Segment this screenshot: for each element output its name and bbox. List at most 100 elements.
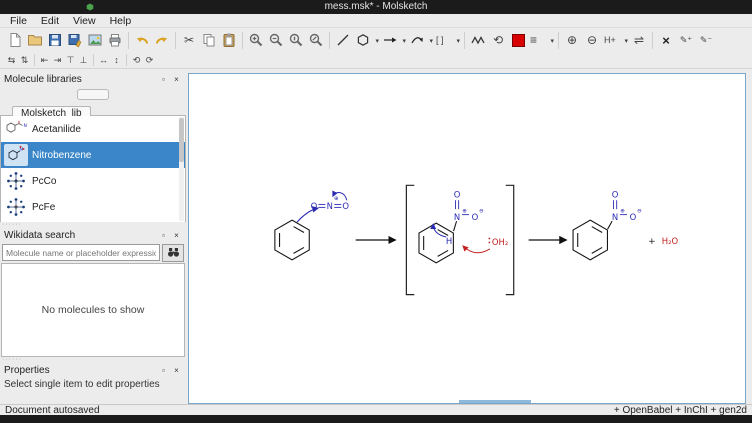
intermediate-complex[interactable]: N O O ⊕ ⊖ H OH₂ [406,185,513,294]
dropdown-arrow-icon[interactable]: ▾ [375,37,379,45]
molecule-nitronium[interactable]: O N O ⊕ [311,192,350,211]
main-toolbar: ✂ ▾ ▾ ▾ [ ]▾ ⟲ ≡▾ ⊕ ⊖ H+▾ ⇌ × ✎⁺ ✎⁻ [0,28,752,52]
dropdown-arrow-icon[interactable]: ▾ [429,37,433,45]
dock-close-button[interactable]: × [171,230,182,241]
add-hydrogen-button[interactable]: H+▾ [602,29,629,51]
dock-close-button[interactable]: × [171,365,182,376]
molecule-benzene[interactable] [275,220,309,260]
chain-zigzag-icon [470,32,486,48]
rotate-ccw-icon: ⟲ [493,34,503,46]
status-message: Document autosaved [5,405,100,416]
properties-empty-area [0,393,186,404]
flip-vertical-button[interactable]: ⇅ [18,53,31,68]
svg-text:N: N [24,123,27,129]
arrow-icon [382,32,398,48]
undo-button[interactable] [132,29,152,51]
paste-button[interactable] [219,29,239,51]
flip-horizontal-button[interactable]: ⇆ [5,53,18,68]
atom-label-o: O [630,212,637,222]
mechanism-arrow-deprotonation[interactable] [463,246,490,253]
dropdown-arrow-icon[interactable]: ▾ [456,37,460,45]
ring-tool[interactable]: ▾ [353,29,380,51]
toolbar-separator [329,32,330,49]
distribute-horizontal-icon: ↔ [99,55,108,65]
charge-minus-icon: ⊖ [587,34,597,46]
wikidata-search-input[interactable] [2,244,160,261]
reaction-arrow-tool[interactable]: ▾ [380,29,407,51]
library-menu-button[interactable] [77,89,109,100]
printer-icon [107,32,123,48]
dock-close-button[interactable]: × [171,74,182,85]
scrollbar-thumb[interactable] [179,118,184,162]
delete-button[interactable]: × [656,29,676,51]
draw-bond-tool[interactable] [333,29,353,51]
color-swatch-red [512,34,525,47]
menu-help[interactable]: Help [103,14,139,28]
molecule-thumbnail [4,196,28,218]
edit-add-button[interactable]: ✎⁺ [676,29,696,51]
zoom-in-button[interactable] [246,29,266,51]
menu-view[interactable]: View [66,14,103,28]
charge-label: ⊕ [462,209,467,215]
library-scrollbar[interactable] [179,117,184,221]
canvas-horizontal-scrollbar-thumb[interactable] [459,400,531,403]
dock-float-button[interactable]: ▫ [158,230,169,241]
list-item-pcfe[interactable]: PcFe [1,194,185,220]
molecule-water-attacking[interactable]: OH₂ [463,237,508,253]
bracket-tool[interactable]: [ ]▾ [434,29,461,51]
export-image-button[interactable] [85,29,105,51]
bracket-left[interactable] [406,185,414,294]
charge-label: ⊖ [637,209,642,215]
dock-float-button[interactable]: ▫ [158,365,169,376]
charge-minus-button[interactable]: ⊖ [582,29,602,51]
toolbar-separator [126,54,127,66]
dropdown-arrow-icon[interactable]: ▾ [624,37,628,45]
copy-button[interactable] [199,29,219,51]
copy-icon [201,32,217,48]
adjust-hydrogens-button[interactable]: ⇌ [629,29,649,51]
molecule-nitrobenzene[interactable]: N O O ⊕ ⊖ [573,189,642,260]
dock-float-button[interactable]: ▫ [158,74,169,85]
charge-plus-button[interactable]: ⊕ [562,29,582,51]
line-width-button[interactable]: ≡▾ [528,29,555,51]
rotate-cw-button[interactable]: ⟳ [143,53,156,68]
dropdown-arrow-icon[interactable]: ▾ [550,37,554,45]
zoom-fit-button[interactable] [306,29,326,51]
distribute-horizontal-button[interactable]: ↔ [97,53,110,68]
mechanism-arrow-tool[interactable]: ▾ [407,29,434,51]
distribute-vertical-button[interactable]: ↕ [110,53,123,68]
align-bottom-button[interactable]: ⊥ [77,53,90,68]
wikidata-search-button[interactable] [162,244,184,262]
menu-file[interactable]: File [3,14,34,28]
align-right-button[interactable]: ⇥ [51,53,64,68]
print-button[interactable] [105,29,125,51]
color-swatch-button[interactable] [508,29,528,51]
atom-label-o: O [454,189,461,199]
edit-remove-button[interactable]: ✎⁻ [696,29,716,51]
menu-edit[interactable]: Edit [34,14,66,28]
drawing-canvas[interactable]: O N O ⊕ N O O ⊕ ⊖ H [188,73,746,404]
chain-tool[interactable] [468,29,488,51]
charge-label: ⊖ [479,209,484,215]
list-item-nitrobenzene[interactable]: N Nitrobenzene [1,142,185,168]
atom-label-o: O [311,201,318,211]
list-item-acetanilide[interactable]: N Acetanilide [1,116,185,142]
list-item-pcco[interactable]: PcCo [1,168,185,194]
align-left-button[interactable]: ⇤ [38,53,51,68]
rotate-tool[interactable]: ⟲ [488,29,508,51]
zoom-out-icon [268,32,284,48]
save-as-button[interactable] [65,29,85,51]
molecule-water-product[interactable]: H₂O [662,236,679,246]
save-button[interactable] [45,29,65,51]
rotate-ccw-button[interactable]: ⟲ [130,53,143,68]
hexagon-ring-icon [355,32,371,48]
new-document-button[interactable] [5,29,25,51]
align-top-button[interactable]: ⊤ [64,53,77,68]
redo-button[interactable] [152,29,172,51]
zoom-out-button[interactable] [266,29,286,51]
cut-button[interactable]: ✂ [179,29,199,51]
zoom-original-button[interactable] [286,29,306,51]
dropdown-arrow-icon[interactable]: ▾ [402,37,406,45]
open-document-button[interactable] [25,29,45,51]
atom-label-o: O [342,201,349,211]
